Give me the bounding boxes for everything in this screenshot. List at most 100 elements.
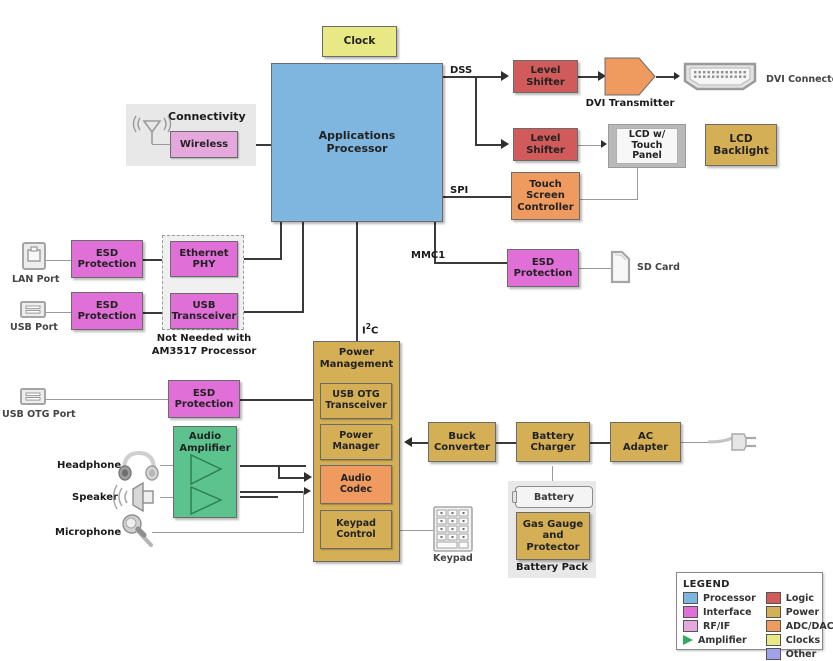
wire-usbtr-h (238, 311, 304, 313)
wire-mmc1-h (434, 262, 512, 264)
block-lcd-backlight[interactable]: LCD Backlight (705, 124, 777, 166)
wire-buck-pm (412, 442, 428, 444)
wire-keypadctl-keypad (400, 530, 436, 531)
battery-pack-label: Battery Pack (515, 562, 589, 573)
legend-label-adcdac: ADC/DAC (785, 620, 833, 632)
block-esd-usb-label: ESD Protection (77, 299, 137, 323)
block-keypad-control[interactable]: Keypad Control (320, 510, 392, 549)
wire-dss-out (443, 76, 475, 78)
bus-label-i2c: I2C (362, 322, 378, 336)
block-buck-converter-label: Buck Converter (433, 430, 491, 454)
block-dvi-transmitter[interactable] (604, 57, 656, 96)
arrow-to-level-shifter-1 (501, 71, 509, 81)
legend-swatch-power (765, 606, 781, 618)
block-battery-charger-label: Battery Charger (530, 430, 576, 454)
ac-plug-icon (706, 428, 758, 460)
wire-esd-otgtr (240, 399, 313, 401)
block-esd-otg-label: ESD Protection (174, 387, 234, 411)
legend-label-power: Power (785, 606, 820, 618)
speaker-label: Speaker (72, 492, 118, 503)
bus-label-dss: DSS (450, 65, 473, 76)
legend-label-rfif: RF/IF (703, 620, 731, 632)
wire-tsc-lcd-v (637, 168, 638, 200)
block-ac-adapter[interactable]: AC Adapter (610, 422, 681, 462)
battery-label: Battery (533, 492, 575, 503)
block-clock-label: Clock (343, 35, 376, 48)
block-esd-otg[interactable]: ESD Protection (168, 380, 240, 418)
wire-i2c (356, 222, 358, 341)
legend-swatch-processor (683, 592, 698, 604)
block-power-manager-label: Power Manager (332, 430, 380, 452)
arrow-to-dvi-connector (674, 72, 680, 80)
block-esd-sd-label: ESD Protection (513, 256, 573, 280)
block-gas-gauge[interactable]: Gas Gauge and Protector (516, 512, 590, 560)
bus-label-spi: SPI (450, 185, 469, 196)
block-clock[interactable]: Clock (322, 26, 397, 57)
legend-item-interface: Interface (683, 605, 756, 619)
block-lcd-touch-panel-label: LCD w/ Touch Panel (628, 128, 666, 162)
block-level-shifter-1-label: Level Shifter (526, 65, 565, 88)
block-usb-transceiver[interactable]: USB Transceiver (170, 293, 238, 329)
legend-item-logic: Logic (765, 591, 833, 605)
legend-swatch-rfif (683, 620, 698, 632)
block-power-manager[interactable]: Power Manager (320, 424, 392, 460)
block-applications-processor-label: Applications Processor (318, 128, 396, 155)
wire-usb-esd (46, 312, 71, 313)
wire-usbtr-v (302, 222, 304, 313)
i2c-c: C (370, 325, 379, 337)
arrow-spk-codec (304, 487, 311, 495)
block-usb-otg-transceiver[interactable]: USB OTG Transceiver (320, 383, 392, 419)
antenna-icon (131, 115, 173, 151)
block-level-shifter-2-label: Level Shifter (526, 133, 565, 156)
block-wireless[interactable]: Wireless (170, 131, 238, 158)
legend-item-processor: Processor (683, 591, 756, 605)
block-usb-otg-transceiver-label: USB OTG Transceiver (325, 389, 387, 411)
block-esd-sd[interactable]: ESD Protection (507, 249, 579, 287)
usb-port-label: USB Port (10, 322, 58, 333)
wire-eth-h (238, 258, 282, 260)
connectivity-group-label: Connectivity (168, 110, 246, 123)
wire-antenna-wireless (152, 144, 172, 145)
legend-swatch-other (765, 648, 781, 660)
legend-right-column: Logic Power ADC/DAC Clocks Other (765, 577, 833, 661)
block-power-management-label: Power Management (319, 347, 394, 370)
block-lcd-touch-panel[interactable]: LCD w/ Touch Panel (616, 128, 678, 164)
legend: LEGEND Processor Interface RF/IF Amplifi… (676, 572, 833, 660)
block-touch-screen-controller[interactable]: Touch Screen Controller (511, 172, 580, 220)
block-audio-codec[interactable]: Audio Codec (320, 465, 392, 504)
legend-item-other: Other (765, 647, 833, 661)
microphone-icon (118, 512, 162, 554)
block-applications-processor[interactable]: Applications Processor (271, 63, 443, 222)
block-wireless-label: Wireless (179, 138, 229, 150)
legend-item-rfif: RF/IF (683, 619, 756, 633)
block-ethernet-phy[interactable]: Ethernet PHY (170, 241, 238, 277)
legend-swatch-amplifier (683, 635, 693, 645)
legend-label-logic: Logic (785, 592, 815, 604)
block-esd-lan-label: ESD Protection (77, 247, 137, 271)
lan-port-label: LAN Port (12, 274, 60, 285)
block-esd-lan[interactable]: ESD Protection (71, 240, 143, 278)
lan-port-icon (20, 240, 48, 276)
legend-item-amplifier: Amplifier (683, 633, 756, 647)
legend-item-adcdac: ADC/DAC (765, 619, 833, 633)
dvi-connector-icon (681, 60, 759, 97)
block-battery-charger[interactable]: Battery Charger (516, 422, 590, 462)
wire-dss-top (475, 76, 503, 78)
legend-swatch-interface (683, 606, 698, 618)
block-ac-adapter-label: AC Adapter (622, 430, 669, 454)
wire-buck-charger (496, 442, 516, 444)
block-touch-screen-controller-label: Touch Screen Controller (517, 178, 574, 213)
wire-ls1-dvi (578, 76, 600, 78)
wire-spk-codec (240, 491, 306, 493)
dvi-connector-label: DVI Connector (766, 74, 833, 85)
legend-item-clocks: Clocks (765, 633, 833, 647)
block-level-shifter-1[interactable]: Level Shifter (513, 60, 578, 93)
block-level-shifter-2[interactable]: Level Shifter (513, 128, 578, 161)
block-buck-converter[interactable]: Buck Converter (428, 422, 496, 462)
microphone-label: Microphone (55, 527, 122, 538)
block-usb-transceiver-label: USB Transceiver (171, 299, 237, 323)
legend-label-interface: Interface (703, 606, 752, 618)
legend-label-amplifier: Amplifier (698, 634, 747, 646)
block-esd-usb[interactable]: ESD Protection (71, 292, 143, 330)
wire-mic-v (303, 491, 304, 533)
